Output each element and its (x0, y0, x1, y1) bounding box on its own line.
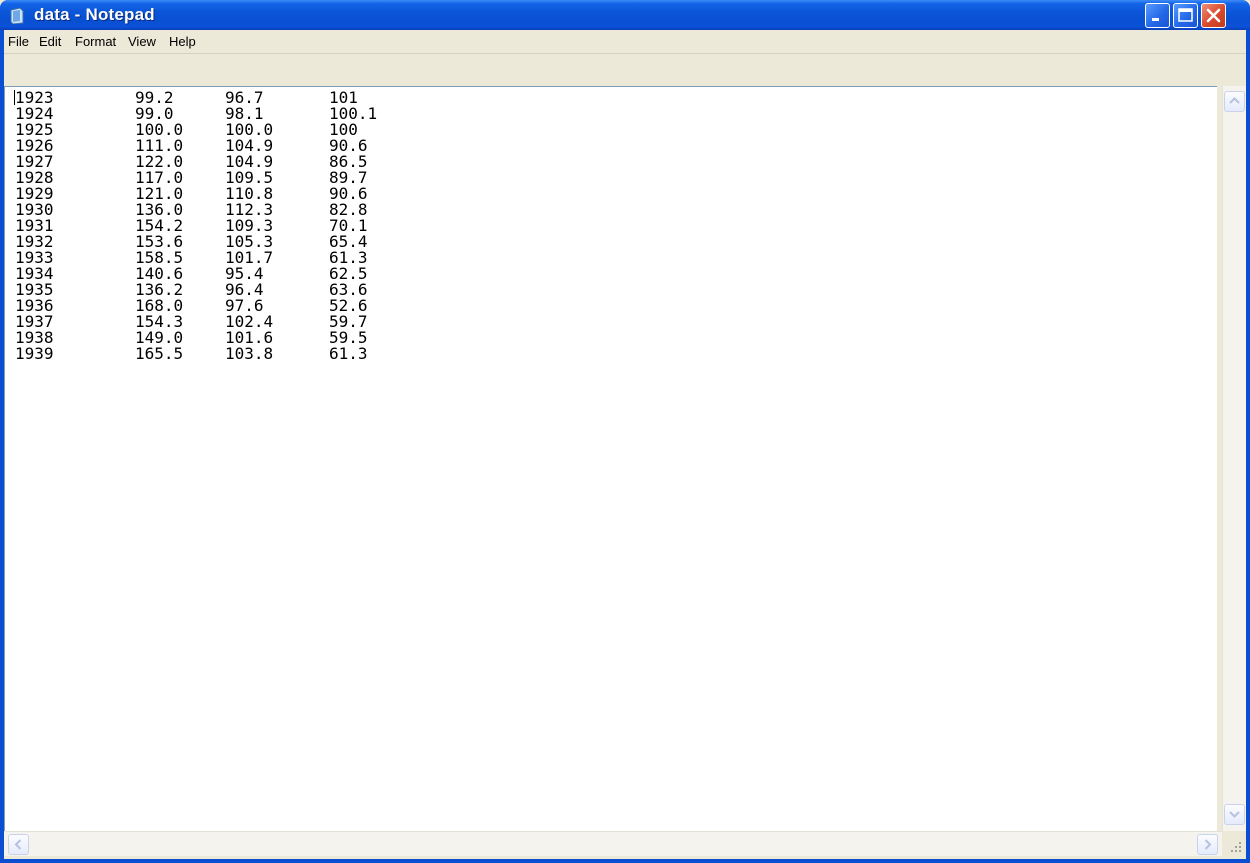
scroll-down-button[interactable] (1224, 804, 1245, 825)
menu-help[interactable]: Help (169, 30, 196, 53)
text-cell: 103.8 (225, 344, 274, 363)
text-editor[interactable]: 1923 99.2 96.7 101 1924 99.0 98.1 100.1 1925 100.… (4, 86, 1217, 831)
menu-edit[interactable]: Edit (39, 30, 61, 53)
maximize-button[interactable] (1173, 3, 1198, 28)
title-bar[interactable]: data - Notepad (0, 0, 1250, 30)
chevron-up-icon (1229, 97, 1240, 104)
chevron-left-icon (14, 839, 22, 850)
notepad-icon (10, 8, 24, 24)
minimize-button[interactable] (1145, 3, 1170, 28)
chevron-right-icon (1204, 839, 1212, 850)
scroll-up-button[interactable] (1224, 91, 1245, 112)
menu-view[interactable]: View (128, 30, 156, 53)
vertical-scrollbar[interactable] (1222, 86, 1246, 831)
scroll-right-button[interactable] (1197, 834, 1218, 855)
minimize-icon (1152, 18, 1159, 21)
notepad-window: data - Notepad File Edit Format View Hel… (0, 0, 1250, 863)
chevron-down-icon (1229, 811, 1240, 818)
menu-format[interactable]: Format (75, 30, 116, 53)
close-icon (1206, 8, 1221, 23)
text-cell: 61.3 (329, 344, 368, 363)
close-button[interactable] (1201, 3, 1226, 28)
menu-file[interactable]: File (8, 30, 29, 53)
window-title: data - Notepad (34, 5, 155, 24)
horizontal-scrollbar[interactable] (4, 831, 1222, 856)
scroll-left-button[interactable] (8, 834, 29, 855)
text-cell: 165.5 (135, 344, 184, 363)
text-caret (14, 90, 15, 105)
resize-grip-icon (1231, 842, 1241, 852)
size-grip[interactable] (1222, 831, 1246, 856)
text-cell: 1939 (15, 344, 54, 363)
menu-bar: File Edit Format View Help (4, 30, 1246, 54)
window-frame-bottom (0, 859, 1250, 863)
maximize-icon (1178, 8, 1193, 22)
